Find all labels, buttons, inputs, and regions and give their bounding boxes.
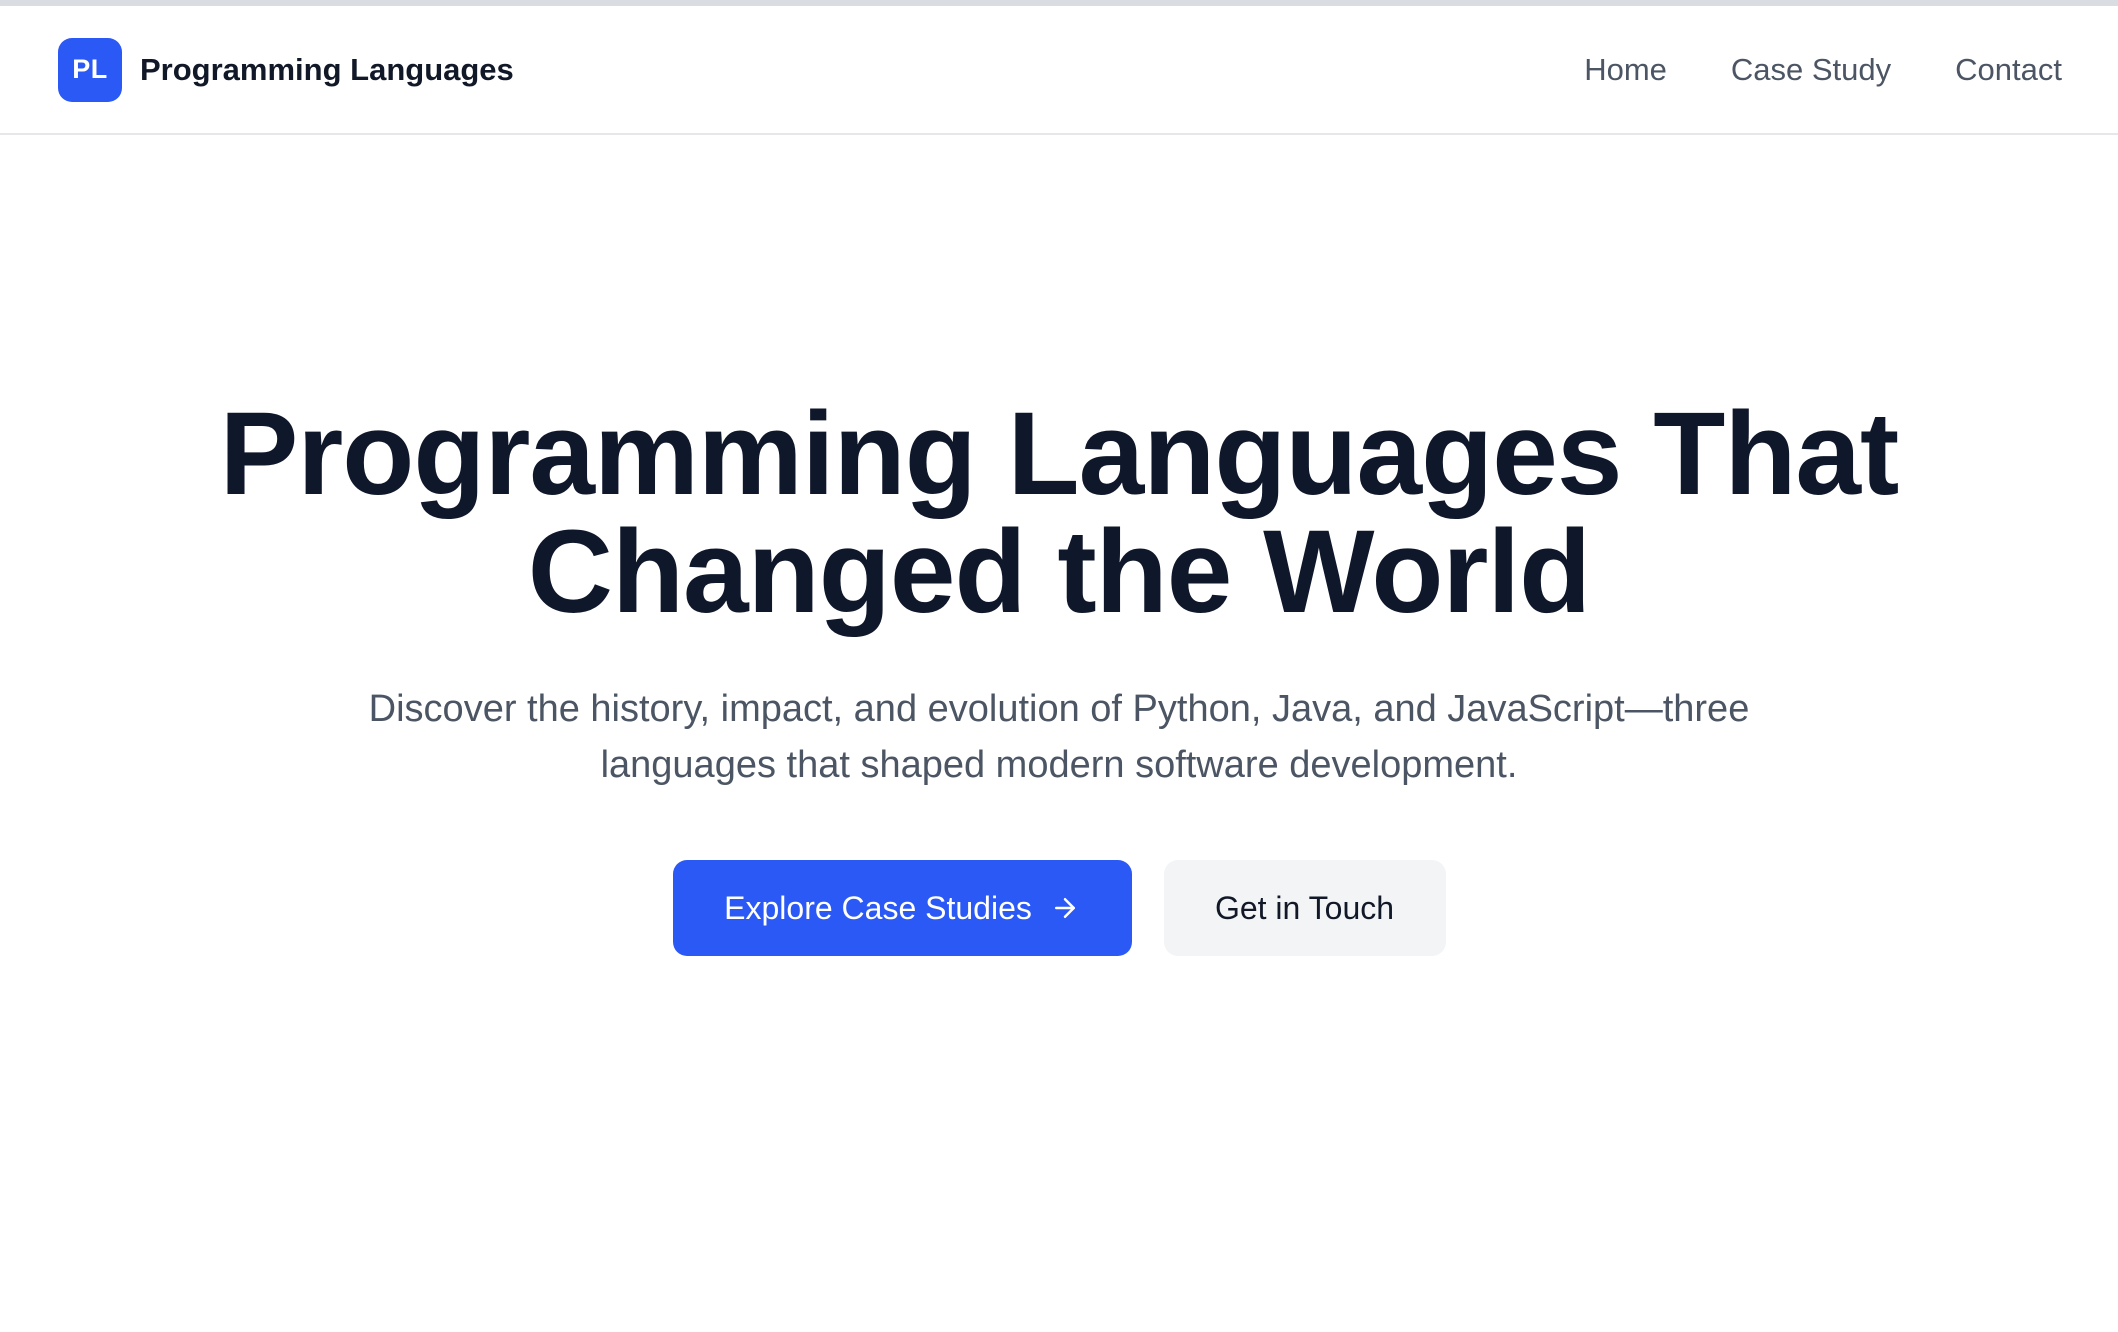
brand-name: Programming Languages <box>140 51 514 87</box>
explore-case-studies-button[interactable]: Explore Case Studies <box>672 860 1132 956</box>
arrow-right-icon <box>1050 893 1080 923</box>
nav-link-contact[interactable]: Contact <box>1955 52 2062 88</box>
navbar: PL Programming Languages Home Case Study… <box>0 6 2118 135</box>
explore-case-studies-label: Explore Case Studies <box>724 889 1032 926</box>
nav-links: Home Case Study Contact <box>1584 52 2062 88</box>
hero-subtitle: Discover the history, impact, and evolut… <box>368 688 1750 786</box>
hero-section: Programming Languages That Changed the W… <box>0 135 2118 1332</box>
brand-link[interactable]: PL Programming Languages <box>58 37 514 102</box>
cta-row: Explore Case Studies Get in Touch <box>672 860 1446 956</box>
get-in-touch-label: Get in Touch <box>1214 889 1395 926</box>
logo-badge: PL <box>58 37 122 102</box>
nav-link-case-study[interactable]: Case Study <box>1731 52 1891 88</box>
nav-link-home[interactable]: Home <box>1584 52 1667 88</box>
hero-title: Programming Languages That Changed the W… <box>219 388 1900 638</box>
get-in-touch-button[interactable]: Get in Touch <box>1163 860 1446 956</box>
